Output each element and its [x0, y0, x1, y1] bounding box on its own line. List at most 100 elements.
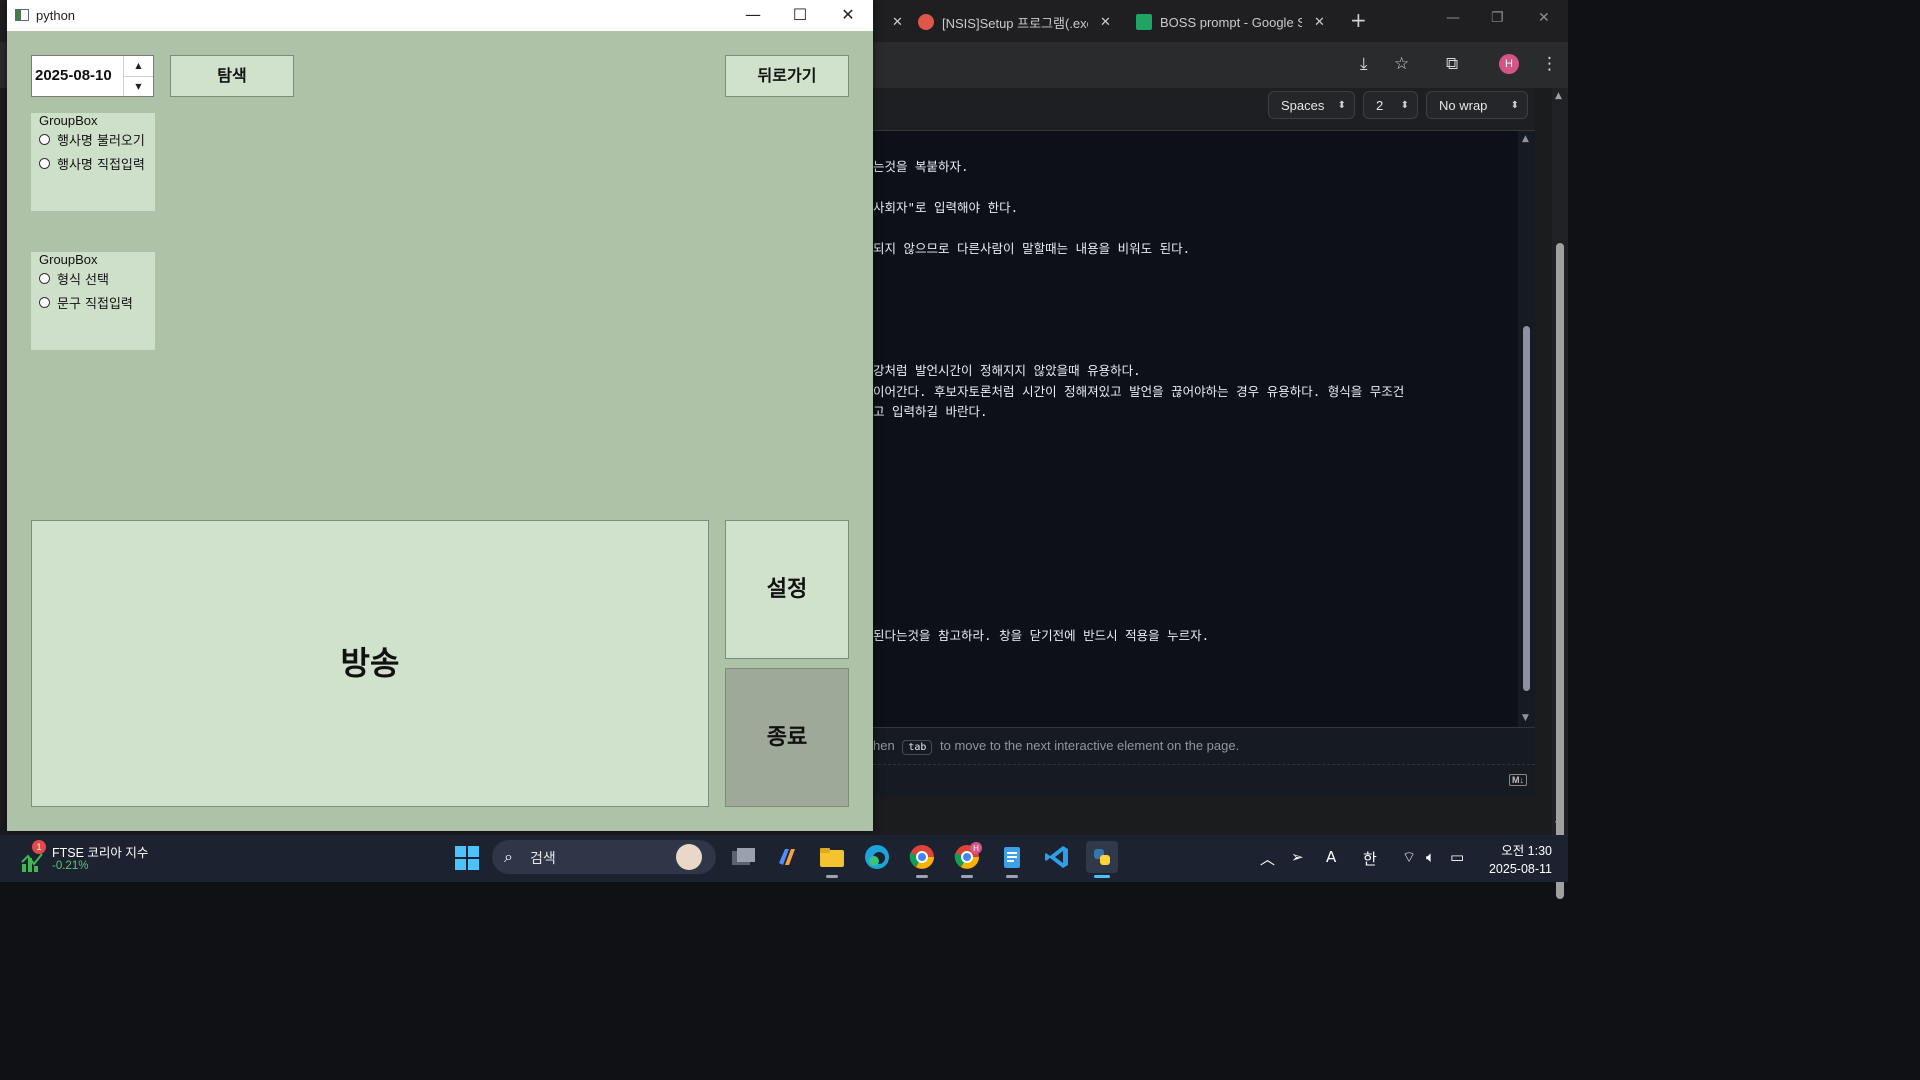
chevron-up-icon[interactable]: ︿: [1260, 848, 1275, 869]
python-app-icon[interactable]: [1086, 841, 1118, 873]
back-button[interactable]: 뒤로가기: [725, 55, 849, 97]
task-view-icon[interactable]: [727, 841, 759, 873]
scroll-up-icon[interactable]: ▲: [1522, 134, 1529, 144]
page-scrollbar[interactable]: ▲ ▼: [1552, 88, 1568, 899]
install-app-icon[interactable]: ⤓: [1360, 54, 1368, 74]
settings-button[interactable]: 설정: [725, 520, 849, 659]
chrome-profile-icon[interactable]: H: [951, 841, 983, 873]
spin-down-icon[interactable]: ▼: [124, 77, 153, 97]
copilot-icon[interactable]: [771, 841, 803, 873]
scroll-down-icon[interactable]: ▼: [1522, 713, 1529, 723]
updown-arrow-icon: ⬍: [1400, 100, 1409, 111]
updown-arrow-icon: ⬍: [1337, 100, 1346, 111]
tab-close-partial[interactable]: ✕: [880, 7, 903, 37]
bookmark-star-icon[interactable]: ☆: [1394, 54, 1409, 74]
window-titlebar[interactable]: python — ☐ ✕: [7, 0, 873, 31]
tab-title: [NSIS]Setup 프로그램(.exe: [942, 15, 1088, 31]
radio-label: 문구 직접입력: [57, 297, 133, 312]
ime-mode-indicator[interactable]: A: [1326, 848, 1336, 866]
spin-up-icon[interactable]: ▲: [124, 56, 153, 77]
radio-label: 형식 선택: [57, 273, 109, 288]
ime-korean-indicator[interactable]: 한: [1363, 848, 1377, 869]
extensions-icon[interactable]: ⧉: [1446, 54, 1458, 74]
running-indicator: [916, 875, 928, 878]
close-icon[interactable]: ✕: [1100, 14, 1111, 30]
vscode-icon[interactable]: [1041, 841, 1073, 873]
editor-scrollbar[interactable]: ▲ ▼: [1518, 131, 1535, 727]
edge-icon[interactable]: [861, 841, 893, 873]
taskbar-search[interactable]: ⌕ 검색: [492, 840, 716, 874]
indent-size-value: 2: [1376, 98, 1384, 113]
radio-label: 행사명 직접입력: [57, 158, 145, 173]
location-arrow-icon[interactable]: ➢: [1291, 848, 1304, 866]
updown-arrow-icon: ⬍: [1510, 100, 1519, 111]
active-indicator: [1094, 875, 1110, 878]
indent-mode-select[interactable]: Spaces ⬍: [1268, 91, 1355, 119]
notepad-icon[interactable]: [996, 841, 1028, 873]
markdown-icon: M↓: [1509, 774, 1527, 786]
system-clock[interactable]: 오전 1:30 2025-08-11: [1480, 840, 1552, 876]
search-icon: ⌕: [504, 847, 513, 866]
browser-tab-boss-prompt[interactable]: BOSS prompt - Google Sh ✕: [1136, 7, 1332, 37]
menu-dots-icon[interactable]: ⋮: [1541, 54, 1558, 74]
exit-button[interactable]: 종료: [725, 668, 849, 807]
profile-avatar[interactable]: H: [1499, 54, 1519, 74]
indent-mode-value: Spaces: [1281, 98, 1325, 113]
new-tab-plus-icon[interactable]: +: [1350, 8, 1367, 32]
restore-icon[interactable]: ❐: [1491, 10, 1504, 26]
close-icon[interactable]: ✕: [825, 5, 871, 24]
editor-footer: [873, 764, 1535, 797]
radio-load-event-name[interactable]: 행사명 불러오기: [39, 130, 145, 149]
date-spinbox[interactable]: 2025-08-10 ▲ ▼: [31, 55, 154, 97]
event-name-groupbox: GroupBox 행사명 불러오기 행사명 직접입력: [31, 113, 155, 211]
close-icon[interactable]: ✕: [892, 14, 903, 30]
close-icon[interactable]: ✕: [1314, 14, 1325, 30]
hint-text: to move to the next interactive element …: [940, 738, 1240, 753]
widget-change: -0.21%: [52, 860, 89, 872]
broadcast-button[interactable]: 방송: [31, 520, 709, 807]
notification-badge: 1: [32, 840, 46, 854]
radio-select-format[interactable]: 형식 선택: [39, 269, 109, 288]
running-indicator: [961, 875, 973, 878]
radio-enter-phrase[interactable]: 문구 직접입력: [39, 293, 133, 312]
groupbox-title: GroupBox: [39, 113, 98, 128]
hint-prefix: hen: [873, 738, 895, 753]
indent-size-select[interactable]: 2 ⬍: [1363, 91, 1418, 119]
scroll-up-icon[interactable]: ▲: [1555, 91, 1562, 101]
search-button[interactable]: 탐색: [170, 55, 294, 97]
radio-circle[interactable]: [39, 134, 50, 145]
windows-start-icon[interactable]: [455, 846, 479, 870]
radio-circle[interactable]: [39, 273, 50, 284]
editor-hint: hen tab to move to the next interactive …: [873, 727, 1535, 764]
scroll-thumb[interactable]: [1556, 243, 1564, 899]
chrome-icon[interactable]: [906, 841, 938, 873]
scroll-thumb[interactable]: [1523, 326, 1530, 691]
clock-time: 오전 1:30: [1501, 844, 1552, 858]
search-placeholder: 검색: [530, 851, 556, 867]
wrap-mode-select[interactable]: No wrap ⬍: [1426, 91, 1528, 119]
minimize-icon[interactable]: —: [730, 5, 776, 24]
tab-key-badge: tab: [902, 740, 933, 755]
date-spin-buttons: ▲ ▼: [123, 56, 153, 96]
wrap-mode-value: No wrap: [1439, 98, 1488, 113]
wifi-icon[interactable]: ⌔: [1402, 848, 1416, 867]
code-line: 이어간다. 후보자토론처럼 시간이 정해져있고 발언을 끊어야하는 경우 유용하…: [873, 384, 1405, 399]
radio-circle[interactable]: [39, 297, 50, 308]
groupbox-title: GroupBox: [39, 252, 98, 267]
sheets-favicon-icon: [1136, 14, 1152, 30]
radio-circle[interactable]: [39, 158, 50, 169]
date-value[interactable]: 2025-08-10: [35, 67, 112, 84]
volume-icon[interactable]: 🔈︎: [1426, 848, 1435, 866]
maximize-icon[interactable]: ☐: [777, 5, 823, 24]
code-line: 는것을 복붙하자.: [873, 159, 969, 174]
browser-tab-nsis[interactable]: [NSIS]Setup 프로그램(.exe ✕: [918, 7, 1118, 37]
radio-enter-event-name[interactable]: 행사명 직접입력: [39, 154, 145, 173]
scroll-down-icon[interactable]: ▼: [1555, 820, 1562, 830]
minimize-icon[interactable]: —: [1446, 10, 1460, 26]
close-window-icon[interactable]: ✕: [1538, 10, 1550, 26]
battery-icon[interactable]: ▭: [1450, 848, 1464, 866]
file-explorer-icon[interactable]: [816, 841, 848, 873]
search-highlight-icon: [676, 844, 702, 870]
running-indicator: [1006, 875, 1018, 878]
code-editor[interactable]: 는것을 복붙하자. 사회자"로 입력해야 한다. 되지 않으므로 다른사람이 말…: [873, 131, 1518, 727]
